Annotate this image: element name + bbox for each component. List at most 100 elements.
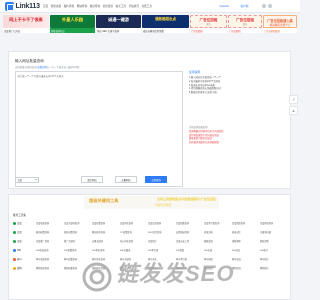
menu-icon[interactable] bbox=[268, 4, 272, 8]
tool-link[interactable]: 外链分析 bbox=[204, 230, 232, 234]
engine-select[interactable]: 百度 bbox=[15, 177, 39, 183]
nav-item[interactable]: 网站查询 bbox=[77, 4, 87, 8]
ad-strip[interactable]: 广告位招租 bbox=[228, 28, 262, 33]
ad-banner[interactable]: 诚通一键游 bbox=[96, 15, 141, 28]
subtitle-text: 支持批量关键词查询, bbox=[15, 66, 38, 69]
share-icon[interactable]: ↗ bbox=[289, 95, 298, 104]
ad-slot-banner[interactable]: 广告位招租 联系 bbox=[228, 15, 262, 28]
tool-link[interactable]: 百度权重查询 bbox=[92, 221, 120, 225]
tool-link[interactable]: 收录对比 bbox=[232, 230, 260, 234]
ad-slot-banner[interactable]: 广告位招租请上高 视频教程免费学习 bbox=[263, 15, 297, 28]
tool-link[interactable]: 关键词挖掘 bbox=[260, 230, 288, 234]
tool-link[interactable]: 百度收录查询 bbox=[36, 221, 64, 225]
tool-row: 百度 百度推广查询 推广关键词 长尾关键词 竞价排名查询 百度统计 百度站长工具 蜘蛛查询更… bbox=[13, 238, 288, 244]
tool-link[interactable]: 360索引量 bbox=[148, 248, 176, 252]
nav-item[interactable]: 收录查询 bbox=[90, 4, 100, 8]
tool-link[interactable]: 360快照 bbox=[176, 248, 204, 252]
right-rail: ↗ ▲ bbox=[289, 95, 299, 115]
back-to-top-icon[interactable]: ▲ bbox=[289, 106, 298, 115]
tool-link[interactable]: PC权重查询 bbox=[120, 230, 148, 234]
top-header: Link113 首页 搜索资源 图片查找 网站查询 收录查询 优化建议 站长工具… bbox=[0, 0, 300, 13]
nav-item[interactable]: 图片查找 bbox=[64, 4, 74, 8]
logo-icon bbox=[5, 2, 14, 11]
ad-strip[interactable]: 广告位招租联系 bbox=[263, 28, 297, 33]
engine-dot-icon bbox=[13, 257, 16, 261]
tool-link[interactable]: 百度统计 bbox=[148, 239, 176, 243]
client-button[interactable]: 客户端 bbox=[239, 4, 250, 9]
help-link[interactable]: 查看说明 bbox=[37, 66, 47, 69]
tool-link[interactable]: 抓取诊断 bbox=[260, 239, 288, 243]
ad-banner-title: 诚通一键游 bbox=[108, 17, 129, 22]
tool-link[interactable]: 神马收录查询 bbox=[36, 257, 64, 261]
tool-link[interactable]: 更新频率 bbox=[232, 239, 260, 243]
tool-link[interactable]: 神马反链 bbox=[232, 257, 260, 261]
ad-strip[interactable]: 百度推广已开启 bbox=[3, 28, 49, 33]
ad-strip[interactable]: 广告位招租 bbox=[190, 28, 227, 33]
tool-link[interactable]: 百度快照查询 bbox=[232, 221, 260, 225]
ad-strip[interactable]: 超级查询站点 bbox=[50, 28, 95, 33]
ad-banner[interactable]: 通胀都超出点 bbox=[142, 15, 189, 28]
tool-link[interactable]: 搜狗统计 bbox=[260, 266, 288, 270]
tool-link[interactable]: 域名权重查询 bbox=[64, 230, 92, 234]
tool-link[interactable]: 移动权重查询 bbox=[36, 230, 64, 234]
ad-banner-sub: 联系 bbox=[206, 23, 211, 26]
tool-link[interactable]: 推广关键词 bbox=[64, 239, 92, 243]
nav-item[interactable]: 首页 bbox=[43, 4, 48, 8]
submit-query-button[interactable]: 立即查询 bbox=[145, 176, 167, 183]
tool-link[interactable]: 360反链 bbox=[204, 248, 232, 252]
tool-row: 百度 移动权重查询 域名权重查询 网站排名查询 PC权重查询 SEO综合查询 友情链接查询… bbox=[13, 229, 288, 235]
keyword-input[interactable] bbox=[15, 71, 183, 187]
tool-link[interactable]: 360权重查询 bbox=[64, 248, 92, 252]
tool-link[interactable]: 百度排名查询 bbox=[120, 221, 148, 225]
ad-banner[interactable]: 网上不卡不了很高 bbox=[3, 15, 49, 28]
tool-link[interactable]: 百度指数查询 bbox=[176, 221, 204, 225]
ad-subtitle: 支持主流搜索量/多词组数据展示/广告位招租 bbox=[157, 197, 216, 201]
tool-links: 移动权重查询 域名权重查询 网站排名查询 PC权重查询 SEO综合查询 友情链接查询 外链分… bbox=[36, 230, 288, 234]
ad-strip[interactable]: 成站长网站优化免费 bbox=[142, 28, 189, 33]
tool-link[interactable]: 百度推广查询 bbox=[36, 239, 64, 243]
engine-dot-icon bbox=[13, 248, 16, 252]
tool-link[interactable]: 搜狗反链 bbox=[232, 266, 260, 270]
tool-link[interactable]: SEO综合查询 bbox=[148, 230, 176, 234]
tool-link[interactable]: 蜘蛛查询 bbox=[204, 239, 232, 243]
tool-link[interactable]: 360统计 bbox=[260, 248, 288, 252]
clear-button[interactable]: 清空网址 bbox=[81, 176, 103, 183]
speedtu-button[interactable]: Speedtu bbox=[218, 4, 231, 9]
nav-item[interactable]: 导航资讯 bbox=[129, 4, 139, 8]
tool-link[interactable]: 搜狗收录查询 bbox=[36, 266, 64, 270]
nav-item[interactable]: 免费工具 bbox=[142, 4, 152, 8]
tool-link[interactable]: 友情链接查询 bbox=[176, 230, 204, 234]
tool-link[interactable]: 百度站长工具 bbox=[176, 239, 204, 243]
tool-link[interactable]: 360站长 bbox=[232, 248, 260, 252]
main-nav: 首页 搜索资源 图片查找 网站查询 收录查询 优化建议 站长工具 导航资讯 免费… bbox=[43, 4, 152, 8]
tool-link[interactable]: 百度索引量查询 bbox=[204, 221, 232, 225]
ad-banner-sub: 联系 bbox=[242, 23, 248, 26]
nav-item[interactable]: 站长工具 bbox=[116, 4, 126, 8]
ad-banner-sub: 视频教程免费学习 bbox=[269, 24, 291, 27]
nav-item[interactable]: 优化建议 bbox=[103, 4, 113, 8]
tool-link[interactable]: 百度关键词查询 bbox=[64, 221, 92, 225]
nav-item[interactable]: 搜索资源 bbox=[51, 4, 61, 8]
tool-link[interactable]: 百度死链查询 bbox=[260, 221, 288, 225]
ad-strip[interactable]: 快站 SEO 关键字查询 bbox=[96, 28, 141, 33]
engine-dot-icon bbox=[13, 239, 16, 243]
tool-link[interactable]: 360排名查询 bbox=[92, 248, 120, 252]
tool-link[interactable]: 神马统计 bbox=[260, 257, 288, 261]
tool-links: 360收录查询 360权重查询 360排名查询 360关键词 360索引量 360快照 36… bbox=[36, 248, 288, 252]
dedupe-button[interactable]: 去重网址 bbox=[115, 176, 137, 183]
ad-banner[interactable]: 外星人乐园 bbox=[50, 15, 95, 28]
tool-link[interactable]: 360收录查询 bbox=[36, 248, 64, 252]
tool-link[interactable]: 360关键词 bbox=[120, 248, 148, 252]
tool-link[interactable]: 长尾关键词 bbox=[92, 239, 120, 243]
user-icon[interactable] bbox=[262, 4, 266, 8]
site-logo[interactable]: Link113 bbox=[5, 2, 40, 11]
tool-link[interactable]: 百度反链查询 bbox=[148, 221, 176, 225]
ad-banner-title: 广告位招租请上高 bbox=[267, 18, 293, 23]
guide-item: 5.数据仅供参考,以实际为准 bbox=[189, 92, 217, 95]
ad-more: 查看更多数据 bbox=[155, 204, 172, 207]
tool-link[interactable]: 网站排名查询 bbox=[92, 230, 120, 234]
ad-slot-banner[interactable]: 广告位招租 联系 bbox=[190, 15, 227, 28]
query-panel: 输入网址批量查询 支持批量关键词查询,查看说明以一行一个格式录入最多100条 使… bbox=[8, 51, 291, 189]
tool-link[interactable]: 竞价排名查询 bbox=[120, 239, 148, 243]
tool-link[interactable]: 神马权重查询 bbox=[64, 257, 92, 261]
